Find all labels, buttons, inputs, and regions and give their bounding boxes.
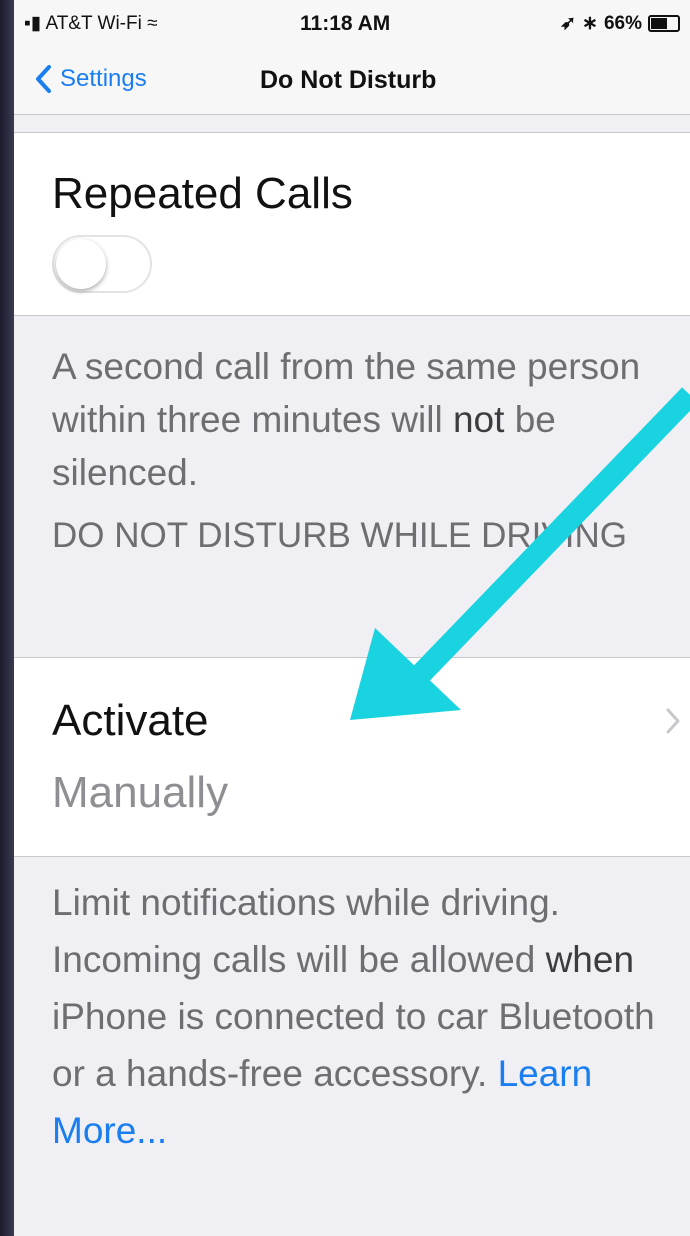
section-header-driving: DO NOT DISTURB WHILE DRIVING [52, 516, 627, 555]
signal-icon: ▪▮ [24, 13, 42, 34]
page-title: Do Not Disturb [260, 66, 437, 94]
repeated-calls-cell: Repeated Calls [14, 132, 690, 316]
wifi-icon: ≈ [147, 13, 158, 34]
chevron-right-icon [666, 708, 680, 734]
battery-icon [648, 15, 680, 32]
bluetooth-icon: ∗ [582, 13, 598, 34]
status-bar: ▪▮ AT&T Wi-Fi ≈ 11:18 AM ➶ ∗ 66% [14, 0, 690, 46]
activate-title: Activate [52, 696, 209, 745]
location-icon: ➶ [560, 13, 577, 34]
carrier-label: ▪▮ AT&T Wi-Fi ≈ [24, 13, 158, 34]
status-time: 11:18 AM [300, 12, 391, 35]
repeated-calls-toggle[interactable] [52, 235, 152, 293]
repeated-calls-label: Repeated Calls [52, 169, 353, 218]
status-right: ➶ ∗ 66% [560, 12, 680, 35]
back-button-label: Settings [60, 65, 147, 92]
repeated-calls-footer: A second call from the same person withi… [52, 346, 641, 493]
battery-percent: 66% [603, 12, 642, 34]
navigation-bar: Settings Do Not Disturb [14, 46, 690, 115]
driving-footer: Limit notifications while driving. Incom… [52, 882, 655, 1151]
battery-level [651, 18, 667, 29]
chevron-left-icon [36, 65, 51, 93]
phone-bezel [0, 0, 14, 1236]
phone-screen: ▪▮ AT&T Wi-Fi ≈ 11:18 AM ➶ ∗ 66% Setting… [14, 0, 690, 1236]
back-button[interactable]: Settings [34, 64, 147, 94]
toggle-knob [56, 239, 106, 289]
activate-cell[interactable]: Activate Manually [14, 657, 690, 857]
activate-value: Manually [52, 768, 229, 817]
